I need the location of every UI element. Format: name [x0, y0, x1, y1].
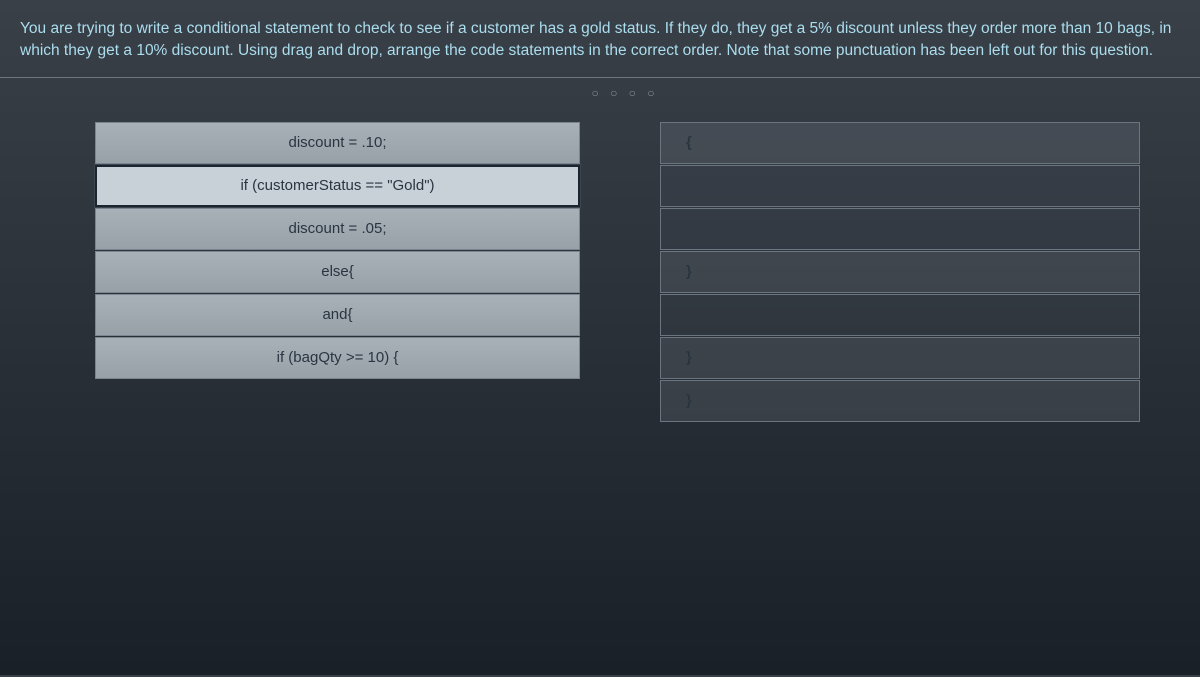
- drop-slot-content: {: [686, 134, 692, 151]
- drop-slot[interactable]: }: [660, 337, 1140, 379]
- drop-slot-content: }: [686, 349, 692, 366]
- drop-slot[interactable]: [660, 208, 1140, 250]
- drop-slot[interactable]: }: [660, 251, 1140, 293]
- progress-ticks: ○ ○ ○ ○: [50, 78, 1200, 112]
- code-block-label: else{: [321, 263, 354, 280]
- drag-drop-workspace: discount = .10; if (customerStatus == "G…: [0, 112, 1200, 677]
- question-prompt: You are trying to write a conditional st…: [20, 18, 1180, 63]
- code-block-else[interactable]: else{: [95, 251, 580, 293]
- drop-slot[interactable]: }: [660, 380, 1140, 422]
- drop-slot[interactable]: [660, 294, 1140, 336]
- code-block-label: discount = .10;: [289, 134, 387, 151]
- code-block-label: discount = .05;: [289, 220, 387, 237]
- drop-slot-content: }: [686, 392, 692, 409]
- code-block-label: if (customerStatus == "Gold"): [240, 177, 434, 194]
- drop-slot[interactable]: {: [660, 122, 1140, 164]
- code-block-label: and{: [322, 306, 352, 323]
- code-block-label: if (bagQty >= 10) {: [277, 349, 399, 366]
- question-area: You are trying to write a conditional st…: [0, 0, 1200, 78]
- drop-slot-content: }: [686, 263, 692, 280]
- source-column: discount = .10; if (customerStatus == "G…: [0, 112, 590, 677]
- code-block-if-gold[interactable]: if (customerStatus == "Gold"): [95, 165, 580, 207]
- code-block-if-bagqty[interactable]: if (bagQty >= 10) {: [95, 337, 580, 379]
- code-block-discount-05[interactable]: discount = .05;: [95, 208, 580, 250]
- drop-slot[interactable]: [660, 165, 1140, 207]
- target-column: { } } }: [590, 112, 1200, 677]
- code-block-discount-10[interactable]: discount = .10;: [95, 122, 580, 164]
- code-block-and[interactable]: and{: [95, 294, 580, 336]
